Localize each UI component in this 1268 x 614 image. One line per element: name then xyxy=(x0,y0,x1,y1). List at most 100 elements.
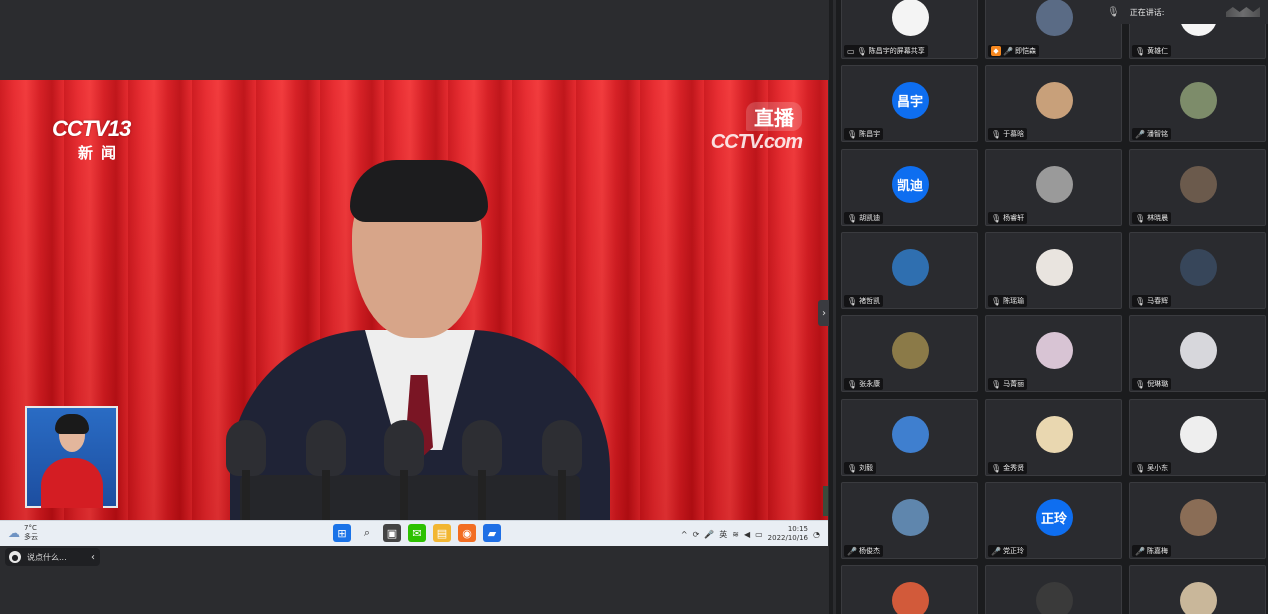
sign-language-interpreter xyxy=(25,406,118,508)
sync-icon: ⟳ xyxy=(693,530,700,539)
participant-tile[interactable]: 🎙马春辉 xyxy=(1129,232,1266,309)
participant-avatar xyxy=(1180,166,1217,203)
participant-tile[interactable]: 🎤杨俊杰 xyxy=(841,482,978,559)
mic-muted-icon: 🎙 xyxy=(1135,214,1145,223)
participant-avatar xyxy=(1180,82,1217,119)
participant-namebar: 🎙陈瑶瑜 xyxy=(988,295,1027,307)
microphone xyxy=(306,420,346,520)
participant-namebar: 🎙杨睿轩 xyxy=(988,212,1027,224)
participant-name: 于慕晗 xyxy=(1003,129,1024,139)
participant-avatar xyxy=(892,332,929,369)
participant-tile[interactable]: 🎙张永康 xyxy=(841,315,978,392)
search-icon: ⌕ xyxy=(358,524,376,542)
participant-name: 杨睿轩 xyxy=(1003,213,1024,223)
participant-name: 吴小东 xyxy=(1147,463,1168,473)
participant-avatar: 昌宇 xyxy=(892,82,929,119)
participant-name: 倪琳璐 xyxy=(1147,379,1168,389)
mic-muted-icon: 🎙 xyxy=(1135,380,1145,389)
participant-namebar: 🎙张永康 xyxy=(844,378,883,390)
volume-icon: ◀ xyxy=(744,530,750,539)
mic-muted-icon: 🎙 xyxy=(847,297,857,306)
microphone xyxy=(226,420,266,520)
panel-divider[interactable] xyxy=(829,0,833,614)
participant-name: 陈昌宇 xyxy=(859,129,880,139)
participant-namebar: ▭🎙陈昌宇的屏幕共享 xyxy=(844,45,928,57)
participant-avatar xyxy=(1180,499,1217,536)
participant-tile[interactable]: 🎙倪琳璐 xyxy=(1129,315,1266,392)
participant-namebar: 🎙金秀贤 xyxy=(988,462,1027,474)
mic-muted-icon: 🎙 xyxy=(1135,47,1145,56)
app-logo-icon xyxy=(1226,7,1260,17)
participant-avatar xyxy=(1036,166,1073,203)
participant-tile[interactable]: 🎙吴小东 xyxy=(1129,399,1266,476)
mic-muted-icon: 🎙 xyxy=(991,130,1001,139)
mic-icon: 🎤 xyxy=(1003,47,1013,56)
participant-name: 金秀贤 xyxy=(1003,463,1024,473)
participant-tile[interactable]: 🎙林晓晨 xyxy=(1129,149,1266,226)
chat-bubble-icon: ● xyxy=(9,551,21,563)
chevron-left-icon[interactable]: ‹ xyxy=(91,552,100,563)
windows-start-icon: ⊞ xyxy=(333,524,351,542)
participant-avatar xyxy=(892,499,929,536)
participant-name: 潘智铭 xyxy=(1147,129,1168,139)
browser-icon: ◉ xyxy=(458,524,476,542)
wechat-icon: ✉ xyxy=(408,524,426,542)
participant-namebar: 🎙马菁丽 xyxy=(988,378,1027,390)
participant-tile[interactable]: 🎙刘毅 xyxy=(841,399,978,476)
participant-tile[interactable]: 🎙马菁丽 xyxy=(985,315,1122,392)
task-view-icon: ▣ xyxy=(383,524,401,542)
participant-tile[interactable]: 正玲🎤党正玲 xyxy=(985,482,1122,559)
participant-tile[interactable]: 凯迪🎙胡凯迪 xyxy=(841,149,978,226)
screen-share-icon: ▭ xyxy=(847,47,855,56)
participant-namebar: 🎤潘智铭 xyxy=(1132,128,1171,140)
participant-namebar: 🎙胡凯迪 xyxy=(844,212,883,224)
microphone xyxy=(384,420,424,520)
speaking-indicator: 🎙 正在讲话: xyxy=(1098,0,1268,24)
live-badge: 直播 CCTV.com xyxy=(711,102,802,154)
participant-namebar: 🎙林晓晨 xyxy=(1132,212,1171,224)
mic-muted-icon: 🎙 xyxy=(991,297,1001,306)
participant-tile[interactable]: ▭🎙陈昌宇的屏幕共享 xyxy=(841,0,978,59)
chevron-up-icon: ^ xyxy=(681,530,688,539)
participant-name: 褚哲凯 xyxy=(859,296,880,306)
chat-input-bar[interactable]: ● 说点什么... ‹ xyxy=(5,548,100,566)
participant-namebar: ◆🎤即恺森 xyxy=(988,45,1039,57)
mic-muted-icon: 🎙 xyxy=(991,214,1001,223)
participant-tile[interactable] xyxy=(841,565,978,614)
participant-avatar xyxy=(1180,249,1217,286)
participant-name: 林晓晨 xyxy=(1147,213,1168,223)
participant-avatar xyxy=(892,0,929,36)
meeting-app: CCTV13 新闻 直播 CCTV.com xyxy=(0,0,1268,614)
mic-muted-icon: 🎙 xyxy=(1135,297,1145,306)
clock: 10:15 2022/10/16 xyxy=(768,525,808,543)
participant-avatar xyxy=(1180,332,1217,369)
mic-icon: 🎙 xyxy=(1107,7,1120,18)
participant-tile[interactable]: 🎙褚哲凯 xyxy=(841,232,978,309)
participant-tile[interactable]: 🎙于慕晗 xyxy=(985,65,1122,142)
participant-tile[interactable]: 🎤陈嘉梅 xyxy=(1129,482,1266,559)
participant-tile[interactable] xyxy=(1129,565,1266,614)
participant-namebar: 🎤杨俊杰 xyxy=(844,545,883,557)
participant-tile[interactable]: 🎙杨睿轩 xyxy=(985,149,1122,226)
participant-tile[interactable]: 昌宇🎙陈昌宇 xyxy=(841,65,978,142)
participant-avatar xyxy=(1180,416,1217,453)
system-tray: ^ ⟳ 🎤 英 ≋ ◀ ▭ 10:15 2022/10/16 ◔ xyxy=(681,525,820,543)
participant-namebar: 🎙黄雄仁 xyxy=(1132,45,1171,57)
participant-name: 刘毅 xyxy=(859,463,873,473)
participant-tile[interactable]: 🎙陈瑶瑜 xyxy=(985,232,1122,309)
participant-avatar xyxy=(1036,416,1073,453)
mic-icon: 🎤 xyxy=(704,530,714,539)
participant-tile[interactable]: 🎙金秀贤 xyxy=(985,399,1122,476)
participant-name: 即恺森 xyxy=(1015,46,1036,56)
participant-avatar xyxy=(892,582,929,614)
participant-name: 陈嘉梅 xyxy=(1147,546,1168,556)
participant-namebar: 🎤陈嘉梅 xyxy=(1132,545,1171,557)
folder-icon: ▤ xyxy=(433,524,451,542)
participant-tile[interactable]: 🎤潘智铭 xyxy=(1129,65,1266,142)
mic-icon: 🎤 xyxy=(847,547,857,556)
participant-namebar: 🎤党正玲 xyxy=(988,545,1027,557)
cctv13-logo: CCTV13 新闻 xyxy=(52,116,130,163)
mic-muted-icon: 🎙 xyxy=(991,380,1001,389)
participant-tile[interactable] xyxy=(985,565,1122,614)
notification-icon: ◔ xyxy=(813,530,820,539)
